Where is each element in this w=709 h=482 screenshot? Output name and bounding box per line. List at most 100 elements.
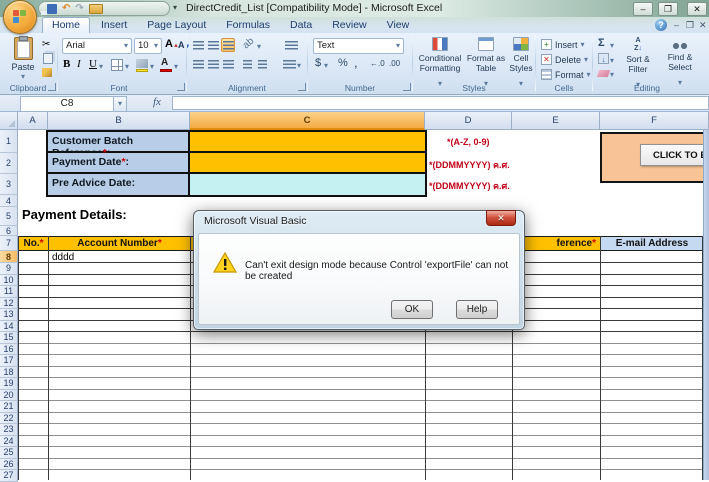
form-input-cell[interactable] xyxy=(190,174,425,195)
borders-icon[interactable] xyxy=(111,59,123,71)
row-header-19[interactable]: 19 xyxy=(0,378,18,390)
row-header-23[interactable]: 23 xyxy=(0,424,18,436)
table-header-cell[interactable]: No.* xyxy=(18,236,49,251)
orientation-icon[interactable]: ab xyxy=(241,36,257,52)
font-color-dropdown-icon[interactable]: ▾ xyxy=(174,62,178,71)
delete-cells-button[interactable]: ✕ Delete▾ xyxy=(541,54,588,65)
workbook-restore-icon[interactable]: ❐ xyxy=(686,20,694,30)
column-header-f[interactable]: F xyxy=(600,112,709,130)
ok-button[interactable]: OK xyxy=(391,300,433,319)
help-button[interactable]: Help xyxy=(456,300,498,319)
tab-data[interactable]: Data xyxy=(281,17,321,33)
font-color-icon[interactable]: A xyxy=(161,57,168,68)
email-header-cell[interactable]: E-mail Address xyxy=(600,236,704,251)
bold-button[interactable]: B xyxy=(63,58,70,70)
row-header-5[interactable]: 5 xyxy=(0,207,18,226)
row-header-21[interactable]: 21 xyxy=(0,401,18,413)
export-button[interactable]: CLICK TO EXI xyxy=(640,144,709,166)
row-header-2[interactable]: 2 xyxy=(0,153,18,174)
row-header-25[interactable]: 25 xyxy=(0,447,18,459)
undo-icon[interactable]: ↶ xyxy=(62,4,70,14)
row-header-1[interactable]: 1 xyxy=(0,130,18,153)
close-button[interactable]: ✕ xyxy=(687,2,707,16)
increase-decimal-button[interactable]: ←.0 xyxy=(370,59,385,68)
number-format-select[interactable]: Text▾ xyxy=(313,38,404,54)
dialog-close-button[interactable]: ✕ xyxy=(486,210,516,226)
currency-format-button[interactable]: $ xyxy=(315,57,321,69)
vertical-scrollbar[interactable] xyxy=(703,130,709,480)
align-right-button[interactable] xyxy=(221,57,235,71)
workbook-close-icon[interactable]: ✕ xyxy=(699,20,707,30)
open-folder-icon[interactable] xyxy=(89,4,103,14)
align-left-button[interactable] xyxy=(191,57,205,71)
row-header-14[interactable]: 14 xyxy=(0,321,18,333)
clear-dropdown-icon[interactable]: ▾ xyxy=(610,70,614,79)
row-header-4[interactable]: 4 xyxy=(0,195,18,207)
column-header-d[interactable]: D xyxy=(425,112,512,130)
select-all-corner[interactable] xyxy=(0,112,18,130)
underline-button[interactable]: U xyxy=(89,58,97,70)
column-header-b[interactable]: B xyxy=(48,112,190,130)
currency-dropdown-icon[interactable]: ▾ xyxy=(324,61,328,70)
tab-review[interactable]: Review xyxy=(323,17,375,33)
tab-formulas[interactable]: Formulas xyxy=(217,17,279,33)
number-dialog-launcher-icon[interactable] xyxy=(403,83,411,91)
minimize-button[interactable]: – xyxy=(633,2,653,16)
office-button[interactable] xyxy=(3,0,37,34)
percent-format-button[interactable]: % xyxy=(338,57,348,69)
row-header-11[interactable]: 11 xyxy=(0,286,18,298)
fill-dropdown-icon[interactable]: ▾ xyxy=(610,56,614,65)
tab-insert[interactable]: Insert xyxy=(92,17,136,33)
row-header-15[interactable]: 15 xyxy=(0,332,18,344)
italic-button[interactable]: I xyxy=(77,58,81,70)
clear-icon[interactable] xyxy=(597,70,611,77)
name-box[interactable]: C8 xyxy=(20,96,114,112)
tab-view[interactable]: View xyxy=(378,17,419,33)
column-header-c[interactable]: C xyxy=(190,112,425,130)
decrease-indent-button[interactable] xyxy=(240,57,254,71)
tab-page-layout[interactable]: Page Layout xyxy=(138,17,215,33)
row-header-20[interactable]: 20 xyxy=(0,390,18,402)
font-family-select[interactable]: Arial▾ xyxy=(62,38,132,54)
font-dialog-launcher-icon[interactable] xyxy=(177,83,185,91)
row-header-10[interactable]: 10 xyxy=(0,275,18,287)
wrap-text-button[interactable] xyxy=(284,38,298,52)
format-cells-button[interactable]: Format▾ xyxy=(541,69,591,80)
row-header-7[interactable]: 7 xyxy=(0,236,18,251)
merge-center-button[interactable] xyxy=(282,57,296,71)
row-header-12[interactable]: 12 xyxy=(0,298,18,310)
borders-dropdown-icon[interactable]: ▾ xyxy=(125,62,129,71)
clipboard-dialog-launcher-icon[interactable] xyxy=(48,83,56,91)
align-middle-button[interactable] xyxy=(206,38,220,52)
save-icon[interactable] xyxy=(47,4,57,14)
row-header-8[interactable]: 8 xyxy=(0,251,18,263)
table-header-cell[interactable]: ference* xyxy=(512,236,601,251)
align-center-button[interactable] xyxy=(206,57,220,71)
restore-button[interactable]: ❐ xyxy=(658,2,678,16)
alignment-dialog-launcher-icon[interactable] xyxy=(298,83,306,91)
merge-dropdown-icon[interactable]: ▾ xyxy=(297,61,301,70)
row-header-26[interactable]: 26 xyxy=(0,459,18,471)
align-top-button[interactable] xyxy=(191,38,205,52)
autosum-button[interactable]: Σ xyxy=(598,37,605,49)
name-box-dropdown-icon[interactable]: ▾ xyxy=(113,96,127,112)
increase-indent-button[interactable] xyxy=(255,57,269,71)
paste-dropdown-icon[interactable]: ▾ xyxy=(8,72,38,81)
row-header-18[interactable]: 18 xyxy=(0,367,18,379)
row-header-24[interactable]: 24 xyxy=(0,436,18,448)
table-header-cell[interactable]: Account Number* xyxy=(48,236,191,251)
grow-font-button[interactable]: A▲ xyxy=(165,38,179,50)
redo-icon[interactable]: ↷ xyxy=(75,4,83,14)
row-header-3[interactable]: 3 xyxy=(0,174,18,195)
qat-customize-icon[interactable]: ▾ xyxy=(173,3,177,12)
insert-cells-button[interactable]: + Insert▾ xyxy=(541,39,585,50)
row-header-13[interactable]: 13 xyxy=(0,309,18,321)
cut-icon[interactable]: ✂ xyxy=(42,39,50,50)
column-header-e[interactable]: E xyxy=(512,112,600,130)
underline-dropdown-icon[interactable]: ▾ xyxy=(99,62,103,71)
formula-input[interactable] xyxy=(172,96,709,110)
workbook-minimize-icon[interactable]: – xyxy=(674,20,679,30)
row-header-16[interactable]: 16 xyxy=(0,344,18,356)
format-painter-icon[interactable] xyxy=(42,68,52,77)
row-header-17[interactable]: 17 xyxy=(0,355,18,367)
